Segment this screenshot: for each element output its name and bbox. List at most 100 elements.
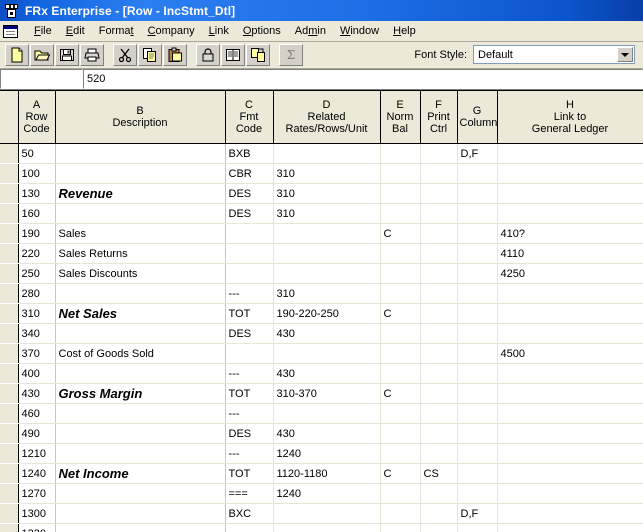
menu-item-help[interactable]: Help xyxy=(386,23,423,39)
cell-column[interactable] xyxy=(457,483,498,504)
column-header-h[interactable]: H Link to General Ledger xyxy=(497,91,643,144)
row-selector[interactable] xyxy=(0,483,19,504)
cell-print-ctrl[interactable] xyxy=(420,163,458,184)
cell-row-code[interactable]: 400 xyxy=(18,363,56,384)
cell-related-rates[interactable] xyxy=(273,503,381,524)
cell-norm-bal[interactable] xyxy=(380,403,421,424)
cell-description[interactable] xyxy=(55,323,226,344)
cell-column[interactable] xyxy=(457,383,498,404)
cell-related-rates[interactable]: 1240 xyxy=(273,483,381,504)
cell-description[interactable] xyxy=(55,143,226,164)
cell-row-code[interactable]: 250 xyxy=(18,263,56,284)
table-row[interactable]: 400 --- 430 xyxy=(0,363,643,384)
menu-item-options[interactable]: Options xyxy=(236,23,288,39)
cell-print-ctrl[interactable] xyxy=(420,203,458,224)
cell-fmt-code[interactable]: CBR xyxy=(225,163,274,184)
cell-description[interactable] xyxy=(55,163,226,184)
copy-rows-icon[interactable] xyxy=(246,44,270,66)
column-header-g[interactable]: G Column xyxy=(457,91,498,144)
cell-column[interactable] xyxy=(457,343,498,364)
cell-fmt-code[interactable]: BXB xyxy=(225,143,274,164)
row-selector[interactable] xyxy=(0,203,19,224)
cell-link-to-gl[interactable]: 4110 xyxy=(497,243,643,264)
cell-description[interactable]: Net Income xyxy=(55,463,226,484)
cell-column[interactable] xyxy=(457,223,498,244)
cell-related-rates[interactable]: 310-370 xyxy=(273,383,381,404)
cell-column[interactable] xyxy=(457,363,498,384)
name-box[interactable] xyxy=(0,69,83,89)
cell-row-code[interactable]: 280 xyxy=(18,283,56,304)
cell-link-to-gl[interactable] xyxy=(497,403,643,424)
cell-description[interactable] xyxy=(55,203,226,224)
table-row[interactable]: 370 Cost of Goods Sold 4500 xyxy=(0,343,643,364)
cell-related-rates[interactable]: 430 xyxy=(273,323,381,344)
font-style-combo[interactable]: Default xyxy=(473,45,635,64)
cell-column[interactable]: D,F xyxy=(457,143,498,164)
row-selector[interactable] xyxy=(0,443,19,464)
column-header-b[interactable]: B Description xyxy=(55,91,226,144)
cell-related-rates[interactable]: 310 xyxy=(273,203,381,224)
cell-link-to-gl[interactable]: 4500 xyxy=(497,343,643,364)
cell-row-code[interactable]: 1210 xyxy=(18,443,56,464)
row-selector[interactable] xyxy=(0,463,19,484)
cell-column[interactable] xyxy=(457,183,498,204)
cell-related-rates[interactable] xyxy=(273,523,381,532)
table-row[interactable]: 340 DES 430 xyxy=(0,323,643,344)
menu-item-format[interactable]: Format xyxy=(92,23,141,39)
table-row[interactable]: 460 --- xyxy=(0,403,643,424)
row-selector[interactable] xyxy=(0,363,19,384)
cell-description[interactable]: Gross Margin xyxy=(55,383,226,404)
table-row[interactable]: 100 CBR 310 xyxy=(0,163,643,184)
cell-norm-bal[interactable] xyxy=(380,323,421,344)
cell-link-to-gl[interactable] xyxy=(497,483,643,504)
cell-description[interactable]: Cost of Goods Sold xyxy=(55,343,226,364)
cell-print-ctrl[interactable] xyxy=(420,283,458,304)
table-row[interactable]: 430 Gross Margin TOT 310-370 C xyxy=(0,383,643,404)
cell-fmt-code[interactable]: DES xyxy=(225,183,274,204)
cell-row-code[interactable]: 1330 xyxy=(18,523,56,532)
cell-fmt-code[interactable]: TOT xyxy=(225,383,274,404)
cell-row-code[interactable]: 1270 xyxy=(18,483,56,504)
cell-description[interactable]: Net Sales xyxy=(55,303,226,324)
menu-item-edit[interactable]: Edit xyxy=(59,23,92,39)
cell-fmt-code[interactable]: DES xyxy=(225,323,274,344)
cell-column[interactable] xyxy=(457,263,498,284)
cell-description[interactable]: Sales Returns xyxy=(55,243,226,264)
cell-link-to-gl[interactable]: 4250 xyxy=(497,263,643,284)
cell-print-ctrl[interactable] xyxy=(420,483,458,504)
cell-column[interactable] xyxy=(457,323,498,344)
menu-item-link[interactable]: Link xyxy=(202,23,236,39)
cell-column[interactable] xyxy=(457,523,498,532)
menu-item-company[interactable]: Company xyxy=(141,23,202,39)
cell-row-code[interactable]: 130 xyxy=(18,183,56,204)
row-selector[interactable] xyxy=(0,243,19,264)
row-selector[interactable] xyxy=(0,503,19,524)
cell-related-rates[interactable]: 190-220-250 xyxy=(273,303,381,324)
sum-sigma-icon[interactable]: Σ xyxy=(279,44,303,66)
cell-row-code[interactable]: 340 xyxy=(18,323,56,344)
chevron-down-icon[interactable] xyxy=(617,47,633,62)
row-selector[interactable] xyxy=(0,283,19,304)
cell-description[interactable] xyxy=(55,483,226,504)
table-row[interactable]: 130 Revenue DES 310 xyxy=(0,183,643,204)
system-menu-icon[interactable] xyxy=(3,24,18,38)
cell-link-to-gl[interactable] xyxy=(497,463,643,484)
cell-description[interactable]: Sales Discounts xyxy=(55,263,226,284)
cell-fmt-code[interactable]: === xyxy=(225,483,274,504)
cell-fmt-code[interactable]: --- xyxy=(225,283,274,304)
save-icon[interactable] xyxy=(55,44,79,66)
cell-column[interactable] xyxy=(457,403,498,424)
cell-column[interactable] xyxy=(457,283,498,304)
cell-related-rates[interactable]: 310 xyxy=(273,163,381,184)
cell-fmt-code[interactable] xyxy=(225,263,274,284)
cell-description[interactable]: Revenue xyxy=(55,183,226,204)
cell-print-ctrl[interactable] xyxy=(420,523,458,532)
cell-column[interactable] xyxy=(457,203,498,224)
cell-norm-bal[interactable]: C xyxy=(380,223,421,244)
row-selector[interactable] xyxy=(0,523,19,532)
column-header-a[interactable]: A Row Code xyxy=(18,91,56,144)
cut-icon[interactable] xyxy=(113,44,137,66)
cell-column[interactable] xyxy=(457,443,498,464)
row-selector[interactable] xyxy=(0,303,19,324)
cell-norm-bal[interactable] xyxy=(380,243,421,264)
